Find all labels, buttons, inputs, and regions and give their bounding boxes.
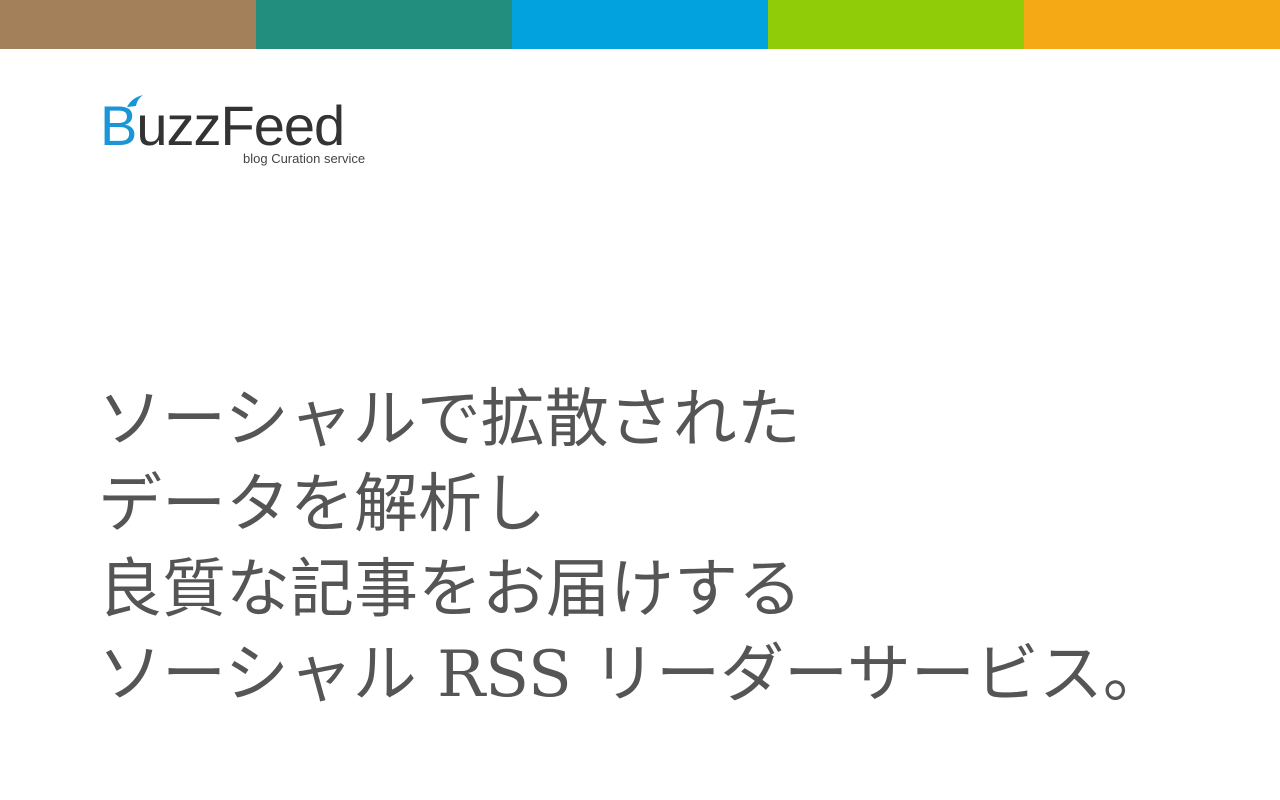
hero-headline: ソーシャルで拡散された データを解析し 良質な記事をお届けする ソーシャル RS… bbox=[98, 378, 1167, 718]
color-stripe-brown bbox=[0, 0, 256, 49]
bird-icon bbox=[127, 95, 143, 107]
logo-tagline: blog Curation service bbox=[243, 151, 366, 166]
headline-line-1: ソーシャルで拡散された bbox=[98, 383, 801, 457]
logo-rest: uzzFeed bbox=[136, 94, 345, 157]
color-stripe-green bbox=[768, 0, 1024, 49]
headline-line-2: データを解析し bbox=[98, 468, 546, 542]
headline-line-3: 良質な記事をお届けする bbox=[98, 553, 802, 627]
color-stripe-teal bbox=[256, 0, 512, 49]
headline-line-4: ソーシャル RSS リーダーサービス。 bbox=[98, 638, 1167, 712]
color-stripe-blue bbox=[512, 0, 768, 49]
color-stripe-bar bbox=[0, 0, 1280, 49]
buzzfeed-logo[interactable]: BuzzFeed blog Curation service bbox=[100, 94, 390, 172]
landing-page: BuzzFeed blog Curation service ソーシャルで拡散さ… bbox=[0, 0, 1280, 800]
color-stripe-orange bbox=[1024, 0, 1280, 49]
